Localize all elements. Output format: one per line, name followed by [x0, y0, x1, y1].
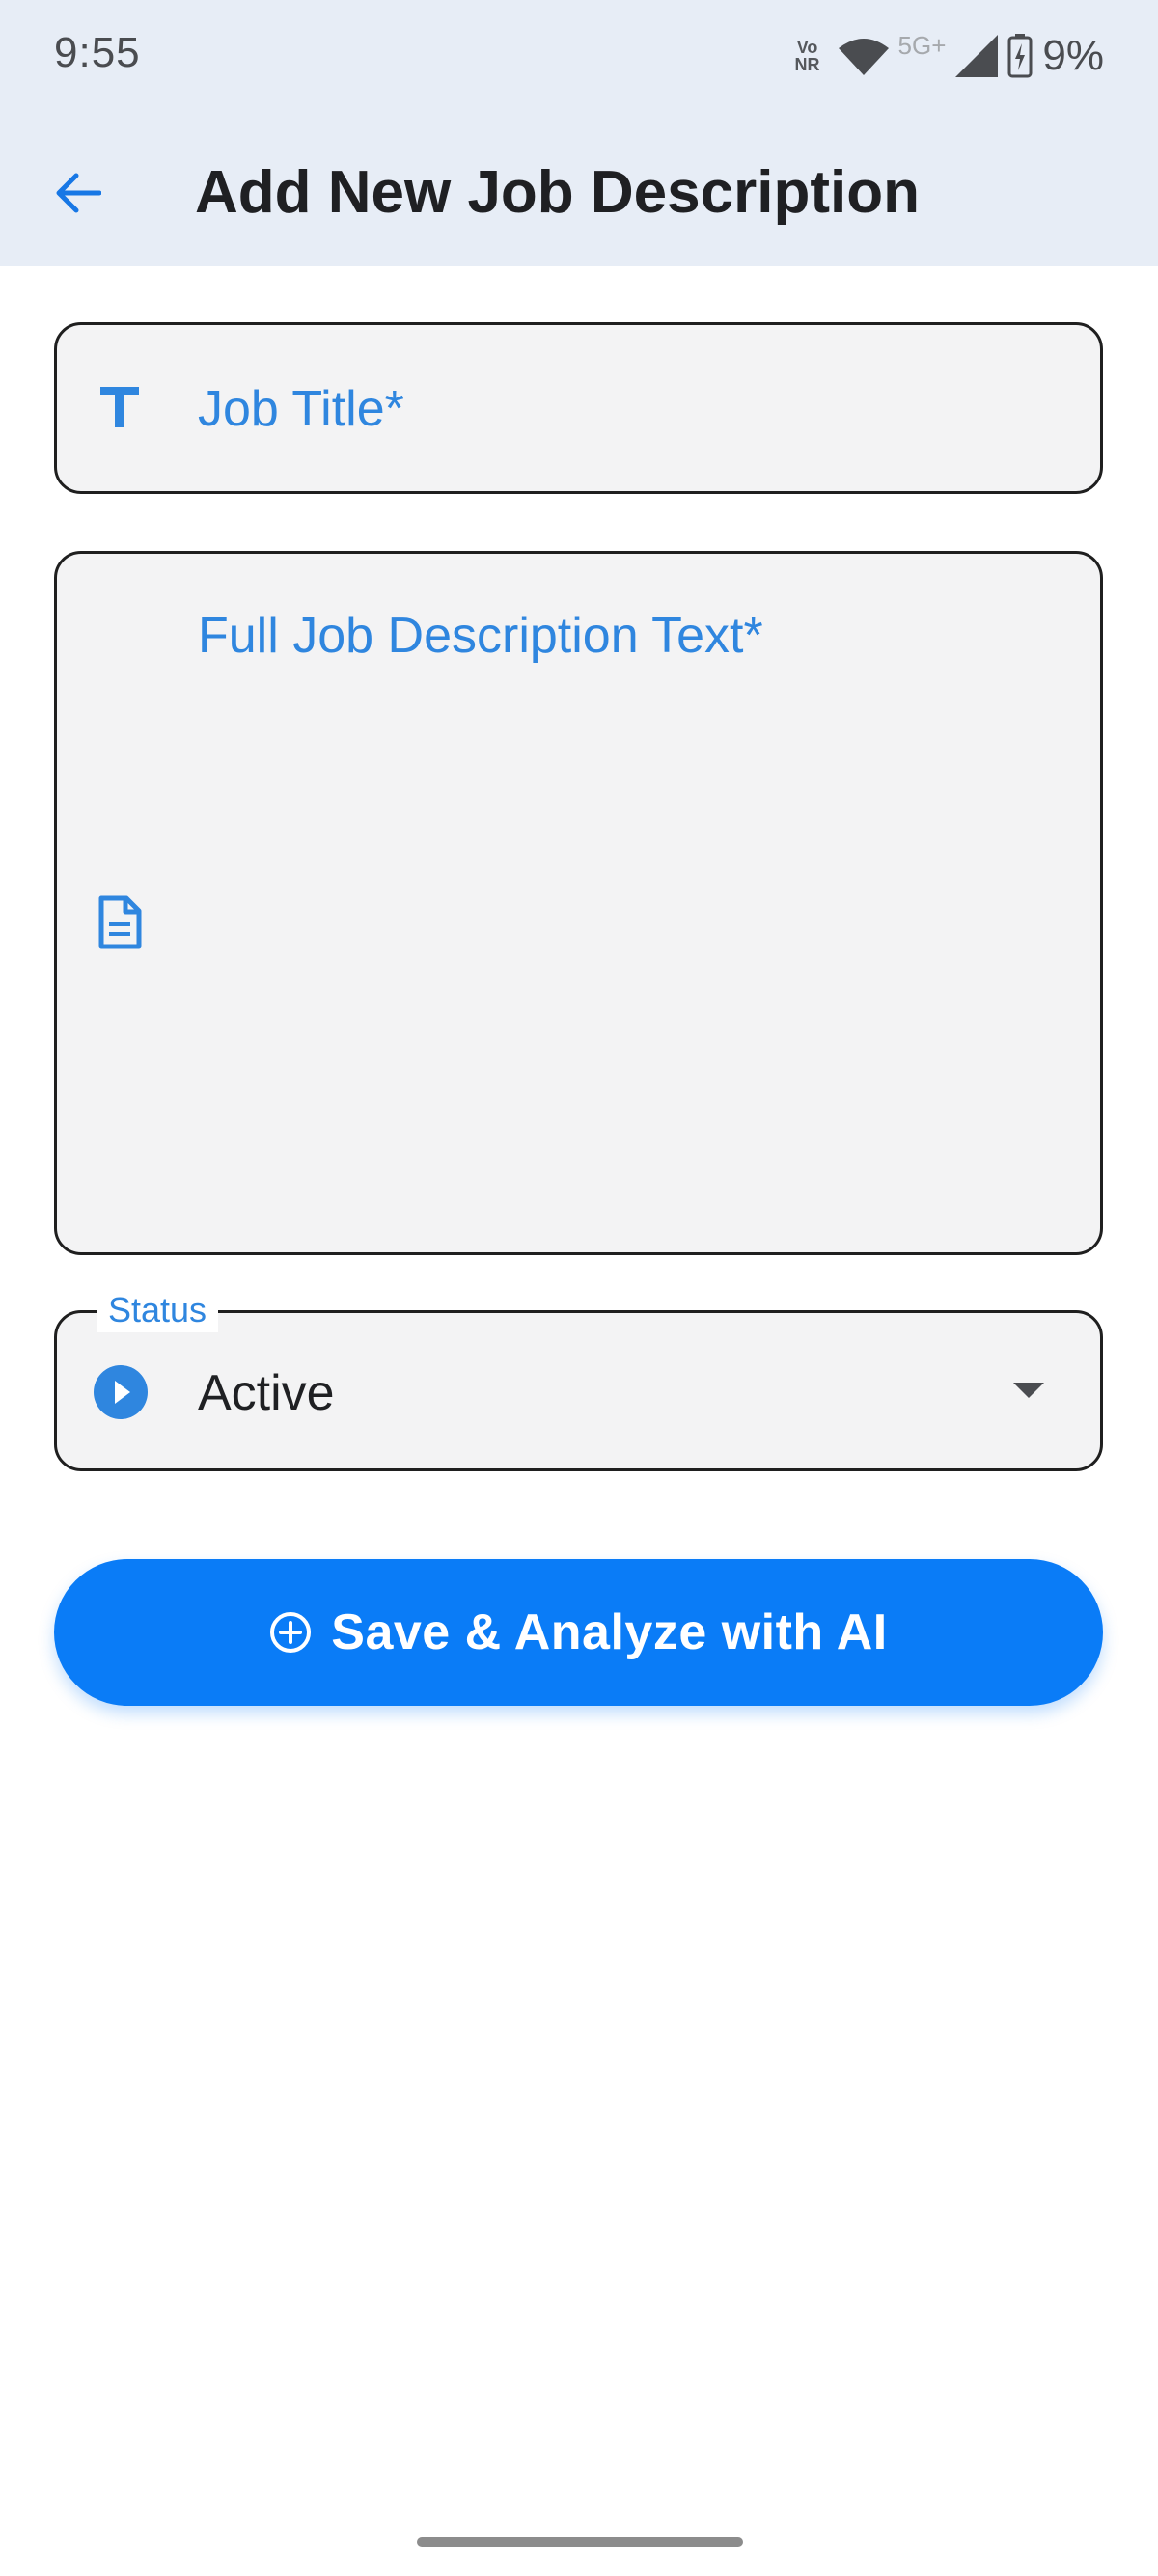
home-indicator[interactable]	[417, 2537, 743, 2547]
cell-signal-icon	[955, 35, 999, 77]
save-analyze-label: Save & Analyze with AI	[331, 1604, 888, 1660]
battery-percent: 9%	[1042, 32, 1104, 79]
play-circle-icon	[92, 1363, 150, 1421]
vonr-icon: Vo NR	[786, 39, 829, 73]
status-value: Active	[198, 1365, 335, 1421]
arrow-left-icon	[56, 173, 101, 213]
job-title-label: Job Title*	[198, 381, 404, 437]
save-analyze-button[interactable]: Save & Analyze with AI	[54, 1559, 1103, 1706]
job-description-field[interactable]: Full Job Description Text*	[54, 551, 1103, 1255]
text-format-icon	[94, 381, 146, 433]
job-title-field[interactable]: Job Title*	[54, 322, 1103, 494]
vonr-label-top: Vo	[796, 38, 818, 57]
page-title: Add New Job Description	[195, 159, 920, 226]
job-description-label: Full Job Description Text*	[198, 608, 763, 664]
dropdown-arrow-icon[interactable]	[1013, 1383, 1044, 1398]
status-icons: Vo NR 5G+ 9%	[786, 27, 1104, 85]
wifi-icon	[838, 39, 889, 75]
network-type-label: 5G+	[897, 31, 947, 60]
app-bar: 9:55 Vo NR 5G+ 9% Add New Job Descriptio…	[0, 0, 1158, 266]
back-button[interactable]	[39, 154, 116, 232]
status-time: 9:55	[54, 29, 141, 76]
battery-charging-icon	[1007, 34, 1033, 78]
status-dropdown[interactable]: Active	[54, 1310, 1103, 1471]
add-circle-outline-icon	[270, 1612, 312, 1653]
status-label: Status	[96, 1288, 219, 1332]
document-icon	[94, 893, 146, 951]
vonr-label-bottom: NR	[794, 55, 820, 74]
